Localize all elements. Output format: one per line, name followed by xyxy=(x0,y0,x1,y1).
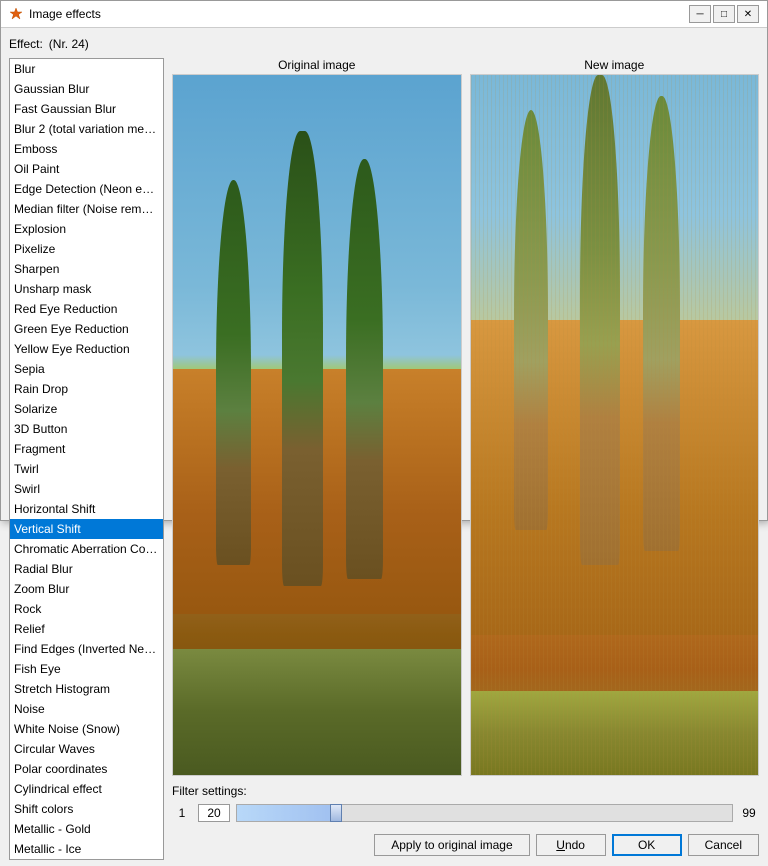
effect-value: (Nr. 24) xyxy=(49,37,89,51)
list-item[interactable]: White Noise (Snow) xyxy=(10,719,163,739)
left-panel: BlurGaussian BlurFast Gaussian BlurBlur … xyxy=(9,58,164,860)
images-row: Original image xyxy=(172,58,759,776)
list-item[interactable]: Sepia xyxy=(10,359,163,379)
minimize-button[interactable]: ─ xyxy=(689,5,711,23)
list-item[interactable]: Blur 2 (total variation method) xyxy=(10,119,163,139)
filter-settings-label: Filter settings: xyxy=(172,784,759,798)
buttons-row: Apply to original image Undo OK Cancel xyxy=(172,830,759,860)
slider-fill xyxy=(237,805,336,821)
list-item[interactable]: Edge Detection (Neon edge) xyxy=(10,179,163,199)
list-item[interactable]: Median filter (Noise removal) xyxy=(10,199,163,219)
list-item[interactable]: Horizontal Shift xyxy=(10,499,163,519)
ok-button[interactable]: OK xyxy=(612,834,682,856)
title-bar-left: Image effects xyxy=(9,7,101,21)
cancel-button[interactable]: Cancel xyxy=(688,834,759,856)
close-button[interactable]: ✕ xyxy=(737,5,759,23)
main-area: BlurGaussian BlurFast Gaussian BlurBlur … xyxy=(9,58,759,860)
list-item[interactable]: Swirl xyxy=(10,479,163,499)
list-item[interactable]: Find Edges (Inverted Neon edge) xyxy=(10,639,163,659)
undo-button[interactable]: Undo xyxy=(536,834,606,856)
slider-thumb[interactable] xyxy=(330,804,342,822)
list-item[interactable]: Explosion xyxy=(10,219,163,239)
list-item[interactable]: Rock xyxy=(10,599,163,619)
list-item[interactable]: 3D Button xyxy=(10,419,163,439)
list-item[interactable]: Blur xyxy=(10,59,163,79)
list-item[interactable]: Sharpen xyxy=(10,259,163,279)
list-item[interactable]: Gaussian Blur xyxy=(10,79,163,99)
list-item[interactable]: Stretch Histogram xyxy=(10,679,163,699)
tree-left xyxy=(216,180,251,565)
list-item[interactable]: Fish Eye xyxy=(10,659,163,679)
original-image-box xyxy=(172,74,462,776)
new-image-display xyxy=(471,75,759,775)
list-item[interactable]: Shift colors xyxy=(10,799,163,819)
filter-settings: Filter settings: 1 20 99 xyxy=(172,780,759,826)
list-item[interactable]: Cylindrical effect xyxy=(10,779,163,799)
undo-label: Undo xyxy=(556,838,585,852)
list-item[interactable]: Solarize xyxy=(10,399,163,419)
list-item[interactable]: Fragment xyxy=(10,439,163,459)
window-icon xyxy=(9,7,23,21)
original-image-label: Original image xyxy=(278,58,355,72)
effects-list[interactable]: BlurGaussian BlurFast Gaussian BlurBlur … xyxy=(9,58,164,860)
new-image-box xyxy=(470,74,760,776)
list-item[interactable]: Metallic - Gold xyxy=(10,819,163,839)
new-image-label: New image xyxy=(584,58,644,72)
list-item[interactable]: Chromatic Aberration Correction xyxy=(10,539,163,559)
list-item[interactable]: Relief xyxy=(10,619,163,639)
effect-label: Effect: xyxy=(9,37,43,51)
main-window: Image effects ─ □ ✕ Effect: (Nr. 24) Blu… xyxy=(0,0,768,521)
title-buttons: ─ □ ✕ xyxy=(689,5,759,23)
list-item[interactable]: Oil Paint xyxy=(10,159,163,179)
slider-min: 1 xyxy=(172,806,192,820)
slider-track[interactable] xyxy=(236,804,733,822)
original-image-container: Original image xyxy=(172,58,462,776)
list-item[interactable]: Zoom Blur xyxy=(10,579,163,599)
list-item[interactable]: Circular Waves xyxy=(10,739,163,759)
right-panel: Original image xyxy=(172,58,759,860)
content-area: Effect: (Nr. 24) BlurGaussian BlurFast G… xyxy=(1,28,767,866)
list-item[interactable]: Radial Blur xyxy=(10,559,163,579)
slider-row: 1 20 99 xyxy=(172,804,759,822)
list-item[interactable]: Noise xyxy=(10,699,163,719)
apply-button[interactable]: Apply to original image xyxy=(374,834,529,856)
list-item[interactable]: Rain Drop xyxy=(10,379,163,399)
list-item[interactable]: Vertical Shift xyxy=(10,519,163,539)
maximize-button[interactable]: □ xyxy=(713,5,735,23)
slider-value: 20 xyxy=(207,804,220,822)
list-item[interactable]: Yellow Eye Reduction xyxy=(10,339,163,359)
vertical-lines-effect xyxy=(471,75,759,775)
list-item[interactable]: Fast Gaussian Blur xyxy=(10,99,163,119)
slider-value-box[interactable]: 20 xyxy=(198,804,230,822)
tree-center xyxy=(282,131,322,586)
effect-row: Effect: (Nr. 24) xyxy=(9,34,759,54)
list-item[interactable]: Metallic - Ice xyxy=(10,839,163,859)
original-image-display xyxy=(173,75,461,775)
slider-max: 99 xyxy=(739,806,759,820)
ground xyxy=(173,649,461,775)
list-item[interactable]: Emboss xyxy=(10,139,163,159)
title-bar: Image effects ─ □ ✕ xyxy=(1,1,767,28)
list-item[interactable]: Twirl xyxy=(10,459,163,479)
window-title: Image effects xyxy=(29,7,101,21)
list-item[interactable]: Polar coordinates xyxy=(10,759,163,779)
new-image-container: New image xyxy=(470,58,760,776)
list-item[interactable]: Unsharp mask xyxy=(10,279,163,299)
list-item[interactable]: Pixelize xyxy=(10,239,163,259)
list-item[interactable]: Green Eye Reduction xyxy=(10,319,163,339)
list-item[interactable]: Red Eye Reduction xyxy=(10,299,163,319)
tree-right xyxy=(346,159,383,579)
